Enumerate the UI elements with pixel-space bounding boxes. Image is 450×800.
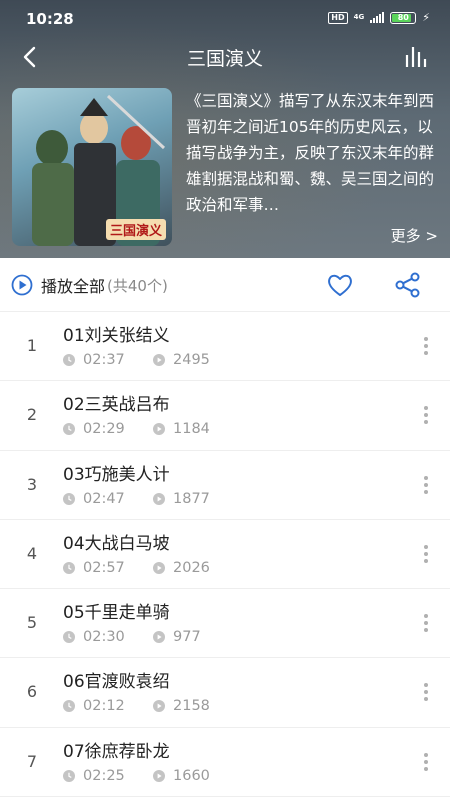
track-plays: 2495 [173, 352, 210, 368]
track-index: 6 [26, 682, 38, 702]
track-duration: 02:47 [83, 490, 125, 507]
play-circle-icon [11, 274, 33, 296]
more-vertical-icon[interactable] [420, 611, 432, 635]
track-row[interactable]: 2 02三英战吕布 02:29 1184 [0, 381, 450, 451]
equalizer-icon[interactable] [402, 41, 432, 71]
track-index: 2 [26, 405, 38, 425]
track-title: 02三英战吕布 [63, 395, 170, 416]
track-plays: 977 [173, 629, 201, 646]
track-plays: 2026 [173, 559, 210, 576]
more-vertical-icon[interactable] [420, 542, 432, 566]
track-duration: 02:12 [83, 698, 125, 715]
track-title: 04大战白马坡 [63, 533, 170, 554]
track-meta: 02:47 1877 [63, 491, 210, 507]
battery-icon: 80 [390, 11, 417, 24]
track-title: 01刘关张结义 [63, 326, 170, 346]
track-duration: 02:57 [83, 559, 125, 576]
charging-icon: ⚡ [422, 11, 430, 24]
play-all-label: 播放全部 [41, 277, 106, 296]
track-index: 4 [26, 543, 38, 563]
track-meta: 02:37 2495 [63, 352, 210, 368]
album-cover[interactable]: 三国演义 [12, 88, 172, 246]
cover-title-label: 三国演义 [105, 219, 166, 240]
track-title: 03巧施美人计 [63, 464, 170, 485]
track-meta: 02:30 977 [63, 629, 201, 645]
more-vertical-icon[interactable] [420, 750, 432, 774]
track-row[interactable]: 5 05千里走单骑 02:30 977 [0, 589, 450, 659]
play-all-button[interactable]: 播放全部 (共40个) [11, 273, 168, 297]
status-bar: 10:28 HD 4G 80 ⚡ [0, 0, 450, 36]
play-count-icon [153, 700, 165, 713]
track-meta: 02:25 1660 [63, 768, 210, 784]
network-type-label: 4G [353, 13, 365, 21]
track-duration: 02:30 [83, 629, 125, 646]
more-vertical-icon[interactable] [420, 473, 432, 497]
page-title: 三国演义 [186, 48, 263, 70]
track-row[interactable]: 4 04大战白马坡 02:57 2026 [0, 520, 450, 590]
clock-icon [63, 423, 75, 436]
more-vertical-icon[interactable] [420, 334, 432, 358]
status-time: 10:28 [26, 10, 74, 28]
track-row[interactable]: 6 06官渡败袁绍 02:12 2158 [0, 658, 450, 728]
play-count-icon [153, 423, 165, 436]
signal-icon [370, 12, 385, 23]
more-vertical-icon[interactable] [420, 403, 432, 427]
clock-icon [63, 354, 75, 366]
track-meta: 02:29 1184 [63, 421, 210, 437]
clock-icon [63, 561, 75, 574]
more-vertical-icon[interactable] [420, 680, 432, 704]
track-index: 3 [26, 474, 38, 494]
more-button[interactable]: 更多 > [391, 225, 438, 246]
track-row[interactable]: 3 03巧施美人计 02:47 1877 [0, 451, 450, 520]
heart-icon[interactable] [326, 271, 354, 299]
clock-icon [63, 769, 75, 782]
battery-level: 80 [397, 13, 409, 22]
track-list: 1 01刘关张结义 02:37 2495 2 02三英战吕布 02:29 118… [0, 312, 450, 798]
play-count-icon [153, 492, 165, 505]
action-bar: 播放全部 (共40个) [0, 258, 450, 312]
album-description: 《三国演义》描写了从东汉末年到西晋初年之间近105年的历史风云，以描写战争为主，… [186, 92, 435, 214]
track-count: (共40个) [107, 276, 168, 295]
track-plays: 1660 [173, 767, 210, 784]
play-count-icon [153, 769, 165, 782]
play-count-icon [153, 631, 165, 644]
play-count-icon [153, 561, 165, 574]
track-meta: 02:57 2026 [63, 560, 210, 576]
status-icons: HD 4G 80 ⚡ [328, 11, 430, 24]
clock-icon [63, 700, 75, 713]
share-icon[interactable] [394, 271, 422, 299]
track-duration: 02:37 [83, 352, 125, 368]
track-meta: 02:12 2158 [63, 698, 210, 714]
clock-icon [63, 631, 75, 644]
track-duration: 02:29 [83, 421, 125, 438]
track-title: 05千里走单骑 [63, 603, 170, 624]
track-index: 1 [26, 336, 38, 355]
clock-icon [63, 492, 75, 505]
track-row[interactable]: 1 01刘关张结义 02:37 2495 [0, 312, 450, 382]
track-title: 06官渡败袁绍 [63, 672, 170, 693]
track-index: 7 [26, 751, 38, 771]
nav-bar: 三国演义 [0, 36, 450, 78]
track-plays: 2158 [173, 698, 210, 715]
track-plays: 1184 [173, 421, 210, 438]
track-row[interactable]: 7 07徐庶荐卧龙 02:25 1660 [0, 728, 450, 798]
track-plays: 1877 [173, 490, 210, 507]
hd-icon: HD [328, 11, 348, 24]
play-count-icon [153, 354, 165, 366]
track-index: 5 [26, 613, 38, 633]
track-duration: 02:25 [83, 767, 125, 784]
track-title: 07徐庶荐卧龙 [63, 741, 170, 762]
